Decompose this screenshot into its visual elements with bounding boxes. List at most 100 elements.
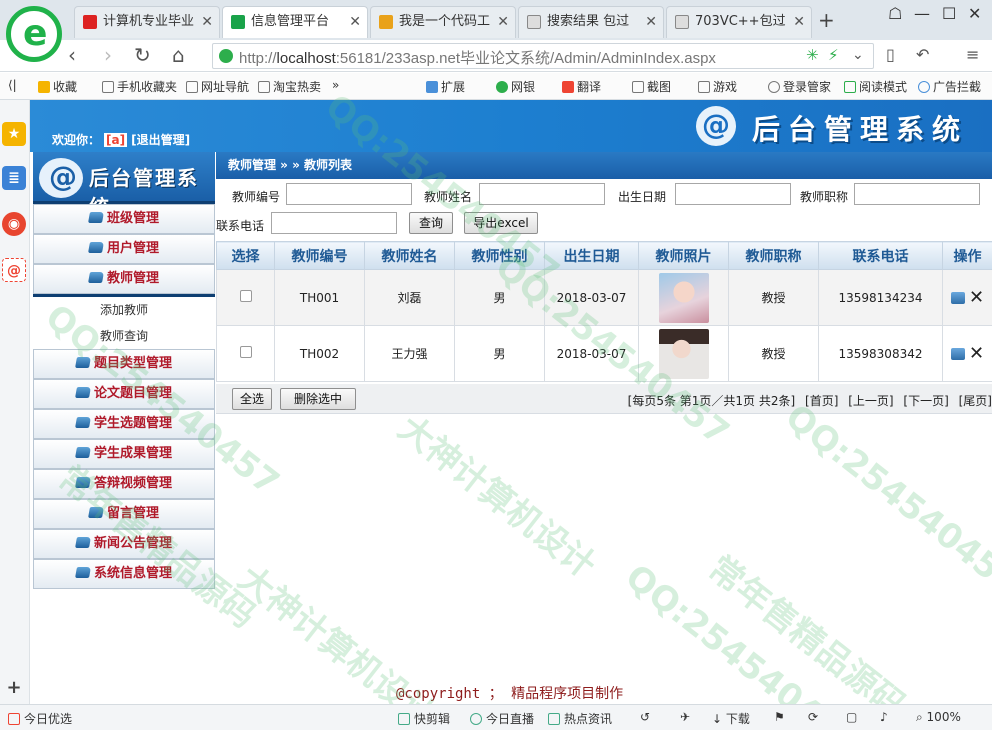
zoom-level[interactable]: ⌕ 100%	[916, 710, 961, 725]
speed-icon[interactable]: ✳	[806, 44, 819, 66]
folder-icon	[75, 417, 91, 428]
flag-icon[interactable]: ⚑	[774, 710, 785, 724]
favorites-star-icon[interactable]: ★	[2, 122, 26, 146]
bookmark-favorites[interactable]: 收藏	[38, 78, 77, 95]
tab-close-icon[interactable]: ✕	[645, 7, 657, 37]
teacher-no-label: 教师编号	[232, 190, 281, 204]
sidebar-item-student-results[interactable]: 学生成果管理	[33, 439, 215, 469]
status-today-picks[interactable]: 今日优选	[8, 710, 72, 727]
weibo-icon[interactable]: ◉	[2, 212, 26, 236]
toolbar-extensions[interactable]: 扩展	[426, 78, 465, 95]
forward-icon[interactable]: ›	[104, 44, 112, 66]
toolbar-bank[interactable]: 网银	[496, 78, 535, 95]
sound-icon[interactable]: ♪	[880, 710, 888, 724]
status-quick-edit[interactable]: 快剪辑	[398, 710, 450, 727]
more-bookmarks-icon[interactable]: »	[332, 78, 339, 92]
delete-icon[interactable]: ✕	[969, 343, 984, 364]
bookmark-taobao[interactable]: 淘宝热卖	[258, 78, 321, 95]
tab-5[interactable]: 703VC++包过 ✕	[666, 6, 812, 38]
teacher-title-input[interactable]	[854, 183, 980, 205]
undo-icon[interactable]: ↶	[916, 44, 929, 66]
translate-icon	[562, 81, 574, 93]
title-cell: 教授	[728, 325, 819, 382]
grid-icon	[426, 81, 438, 93]
close-window-icon[interactable]: ✕	[968, 4, 981, 23]
tab-3[interactable]: 我是一个代码工 ✕	[370, 6, 516, 38]
pin-icon[interactable]: ✈	[680, 710, 690, 724]
mail-icon[interactable]: @	[2, 258, 26, 282]
current-user: [a]	[104, 133, 128, 147]
submenu-teacher-query[interactable]: 教师查询	[33, 323, 215, 349]
dropdown-icon[interactable]: ⌄	[852, 44, 864, 66]
sidebar-item-student-selection[interactable]: 学生选题管理	[33, 409, 215, 439]
status-download[interactable]: ↓ 下载	[712, 710, 750, 727]
reload-icon[interactable]: ↻	[134, 44, 151, 66]
home-icon[interactable]: ⌂	[172, 44, 185, 66]
select-all-button[interactable]: 全选	[232, 388, 272, 410]
collapse-icon[interactable]: ⟨|	[8, 78, 17, 92]
tab-4[interactable]: 搜索结果 包过 ✕	[518, 6, 664, 38]
phone-icon[interactable]: ▯	[886, 44, 895, 66]
edit-icon[interactable]	[950, 291, 965, 304]
add-side-icon[interactable]: +	[2, 676, 26, 700]
sidebar-item-user[interactable]: 用户管理	[33, 234, 215, 264]
toolbar-screenshot[interactable]: 截图	[632, 78, 671, 95]
teacher-name-cell: 刘磊	[364, 269, 455, 326]
url-input[interactable]: http://localhost:56181/233asp.net毕业论文系统/…	[212, 43, 874, 69]
teacher-no-input[interactable]	[286, 183, 412, 205]
row-checkbox[interactable]	[239, 290, 252, 302]
pager-next-link[interactable]: [下一页]	[903, 394, 948, 408]
submenu-add-teacher[interactable]: 添加教师	[33, 297, 215, 323]
toolbar-translate[interactable]: 翻译	[562, 78, 601, 95]
phone-input[interactable]	[271, 212, 397, 234]
tab-1[interactable]: 计算机专业毕业 ✕	[74, 6, 220, 38]
tab-close-icon[interactable]: ✕	[201, 7, 213, 37]
status-live[interactable]: 今日直播	[470, 710, 534, 727]
row-checkbox[interactable]	[239, 346, 252, 358]
delete-icon[interactable]: ✕	[969, 287, 984, 308]
tab-close-icon[interactable]: ✕	[793, 7, 805, 37]
export-excel-button[interactable]: 导出excel	[464, 212, 538, 234]
toolbar-login-manager[interactable]: 登录管家	[768, 78, 831, 95]
sidebar-item-thesis-topic[interactable]: 论文题目管理	[33, 379, 215, 409]
status-hot-news[interactable]: 热点资讯	[548, 710, 612, 727]
sidebar-item-news[interactable]: 新闻公告管理	[33, 529, 215, 559]
back-icon[interactable]: ‹	[68, 44, 76, 66]
sidebar-item-system-info[interactable]: 系统信息管理	[33, 559, 215, 589]
new-tab-button[interactable]: +	[818, 8, 835, 32]
window-icon[interactable]: ▢	[846, 710, 857, 724]
sidebar-item-class[interactable]: 班级管理	[33, 204, 215, 234]
sidebar-item-defense-video[interactable]: 答辩视频管理	[33, 469, 215, 499]
edit-icon[interactable]	[950, 347, 965, 360]
delete-selected-button[interactable]: 删除选中	[280, 388, 356, 410]
minimize-icon[interactable]: —	[914, 4, 930, 23]
pager-prev-link[interactable]: [上一页]	[848, 394, 893, 408]
pager-last-link[interactable]: [尾页]	[959, 394, 992, 408]
list-icon[interactable]: ≣	[2, 166, 26, 190]
toolbar-reading-mode[interactable]: 阅读模式	[844, 78, 907, 95]
tab-2-active[interactable]: 信息管理平台 ✕	[222, 6, 368, 38]
lightning-icon[interactable]: ⚡	[828, 44, 839, 66]
query-button[interactable]: 查询	[409, 212, 453, 234]
tab-close-icon[interactable]: ✕	[497, 7, 509, 37]
logout-link[interactable]: [退出管理]	[131, 133, 190, 147]
key-icon	[768, 81, 780, 93]
birth-date-input[interactable]	[675, 183, 791, 205]
maximize-icon[interactable]: ☐	[942, 4, 956, 23]
skin-icon[interactable]: ☖	[888, 4, 902, 23]
tab-close-icon[interactable]: ✕	[349, 7, 361, 37]
tab-favicon-icon	[675, 15, 689, 29]
menu-icon[interactable]: ≡	[966, 44, 979, 66]
refresh-status-icon[interactable]: ⟳	[808, 710, 818, 724]
bookmark-mobile[interactable]: 手机收藏夹	[102, 78, 177, 95]
sidebar-item-messages[interactable]: 留言管理	[33, 499, 215, 529]
sidebar-item-teacher[interactable]: 教师管理	[33, 264, 215, 294]
toolbar-games[interactable]: 游戏	[698, 78, 737, 95]
pager-first-link[interactable]: [首页]	[805, 394, 838, 408]
toolbar-adblock[interactable]: 广告拦截	[918, 78, 981, 95]
speed-status-icon[interactable]: ↺	[640, 710, 650, 724]
bookmark-nav[interactable]: 网址导航	[186, 78, 249, 95]
teacher-name-input[interactable]	[479, 183, 605, 205]
teacher-photo	[658, 328, 709, 379]
sidebar-item-topic-type[interactable]: 题目类型管理	[33, 349, 215, 379]
